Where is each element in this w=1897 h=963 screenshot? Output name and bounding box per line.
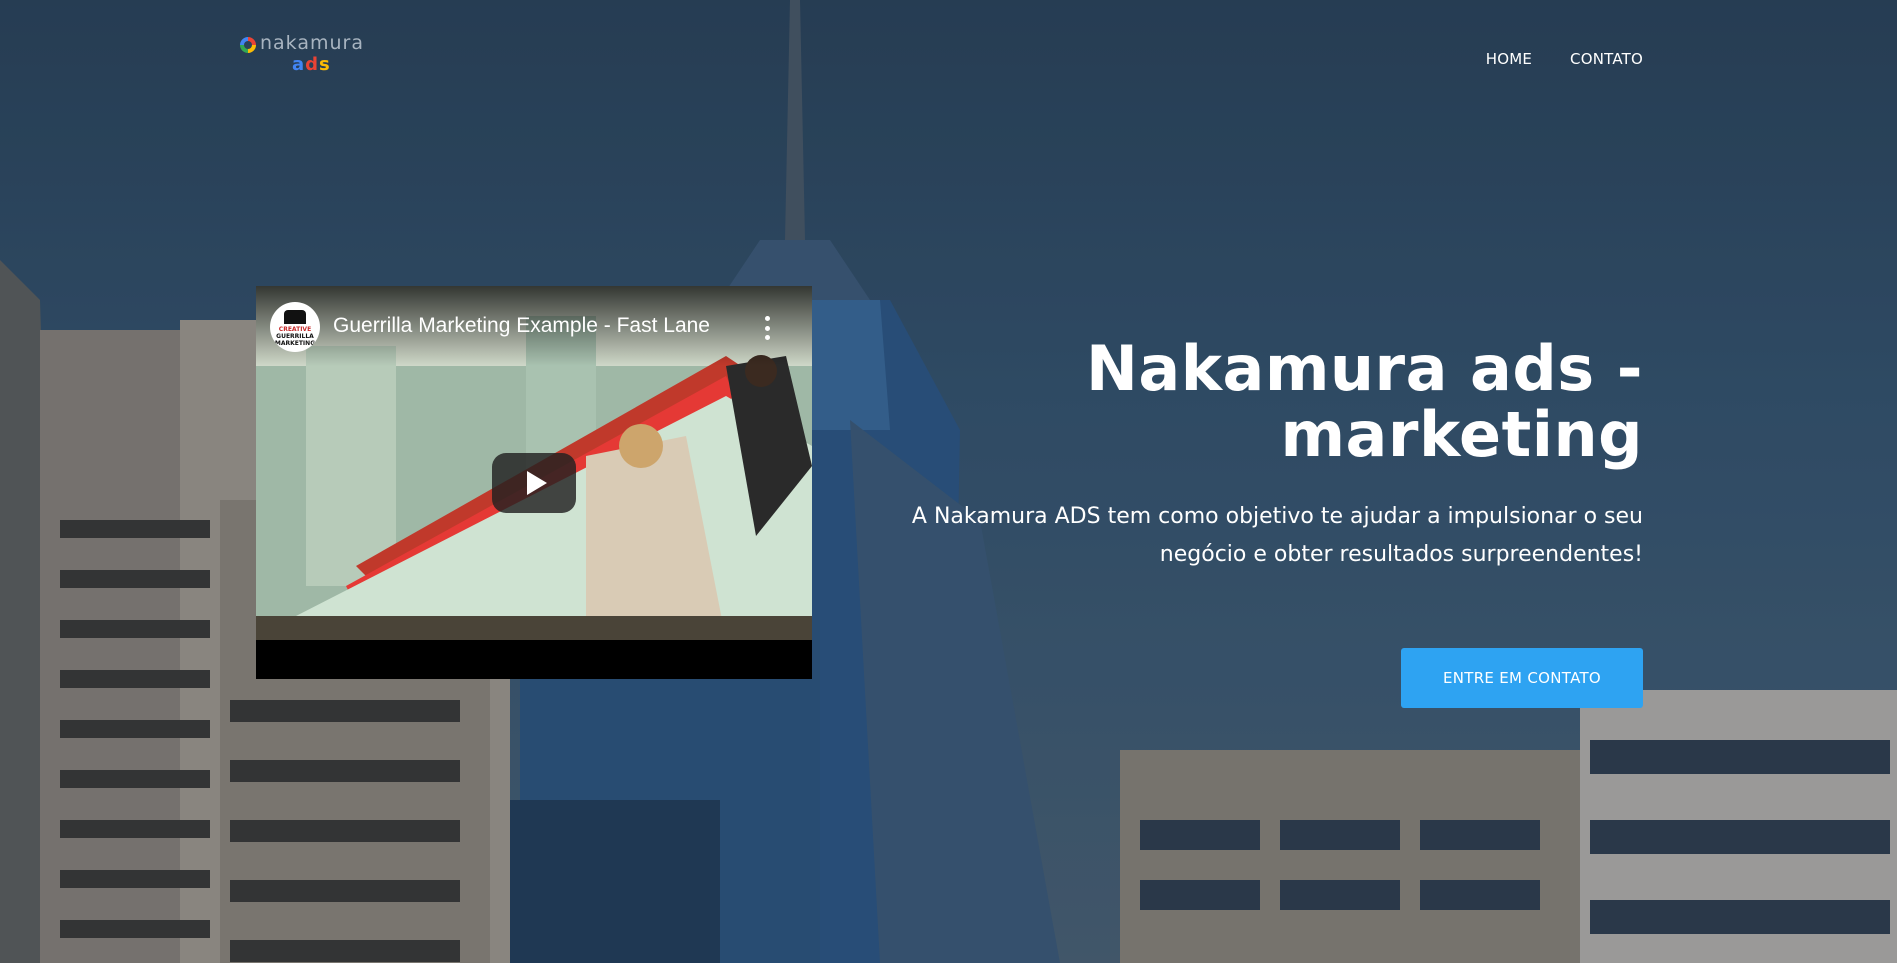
avatar-text-2: GUERRILLA [276, 332, 314, 340]
hero-title-line-2: marketing [1280, 398, 1643, 471]
play-button[interactable] [492, 453, 576, 513]
hero-section: Nakamura ads - marketing A Nakamura ADS … [823, 336, 1643, 574]
camera-icon [284, 309, 306, 324]
embedded-video-player[interactable]: CREATIVE GUERRILLA MARKETING Guerrilla M… [256, 286, 812, 679]
landing-page: nakamura ads HOME CONTATO CREATIVE GUERR… [0, 0, 1897, 963]
avatar-text-1: CREATIVE [278, 325, 312, 333]
hero-subtitle-line-2: negócio e obter resultados surpreendente… [1159, 542, 1643, 567]
avatar-text-3: MARKETING [274, 339, 316, 347]
nav-item-home[interactable]: HOME [1486, 50, 1532, 68]
video-title[interactable]: Guerrilla Marketing Example - Fast Lane [333, 314, 710, 338]
nav-item-contato[interactable]: CONTATO [1570, 50, 1643, 68]
contact-cta-button[interactable]: ENTRE EM CONTATO [1401, 648, 1643, 708]
hero-title: Nakamura ads - marketing [823, 336, 1643, 468]
more-vertical-icon[interactable] [760, 316, 774, 340]
main-nav: HOME CONTATO [1486, 50, 1643, 68]
hero-title-line-1: Nakamura ads - [1086, 332, 1643, 405]
play-icon [527, 471, 547, 495]
google-style-ring-icon [240, 37, 256, 53]
brand-logo[interactable]: nakamura ads [238, 30, 368, 78]
logo-subtitle: ads [292, 54, 331, 75]
hero-subtitle-line-1: A Nakamura ADS tem como objetivo te ajud… [911, 504, 1643, 529]
channel-avatar[interactable]: CREATIVE GUERRILLA MARKETING [270, 302, 320, 352]
logo-wordmark: nakamura [260, 32, 365, 54]
hero-subtitle: A Nakamura ADS tem como objetivo te ajud… [823, 498, 1643, 574]
